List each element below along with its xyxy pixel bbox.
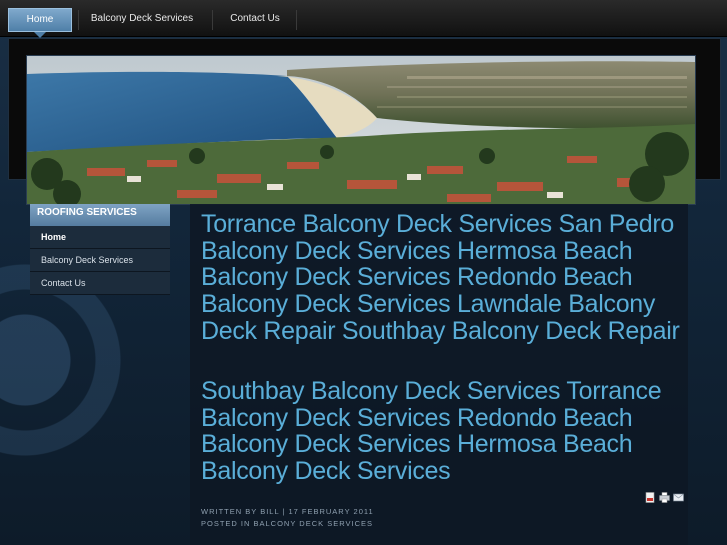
hero-image — [26, 55, 696, 205]
sidebar-item-home[interactable]: Home — [30, 226, 170, 249]
print-icon[interactable] — [659, 492, 670, 503]
sidebar-item-balcony-deck-services[interactable]: Balcony Deck Services — [30, 249, 170, 272]
article-byline: WRITTEN BY BILL | 17 FEBRUARY 2011 — [201, 507, 374, 516]
article-tools — [645, 492, 687, 506]
nav-contact-us[interactable]: Contact Us — [214, 8, 296, 30]
sidebar-title: ROOFING SERVICES — [30, 204, 170, 226]
main-content: Torrance Balcony Deck Services San Pedro… — [190, 204, 688, 545]
nav-home[interactable]: Home — [8, 8, 72, 38]
nav-divider — [296, 10, 297, 30]
coastline-photo-icon — [27, 56, 695, 204]
nav-balcony-deck-services[interactable]: Balcony Deck Services — [80, 8, 204, 30]
nav-divider — [78, 10, 79, 30]
article-heading-1[interactable]: Torrance Balcony Deck Services San Pedro… — [201, 211, 687, 345]
email-icon[interactable] — [673, 492, 684, 503]
article-heading-2[interactable]: Southbay Balcony Deck Services Torrance … — [201, 378, 687, 485]
pdf-icon[interactable] — [645, 492, 656, 503]
nav-divider — [212, 10, 213, 30]
sidebar-item-contact-us[interactable]: Contact Us — [30, 272, 170, 295]
top-navigation: Home Balcony Deck Services Contact Us — [0, 0, 727, 38]
sidebar-menu: Home Balcony Deck Services Contact Us — [30, 226, 170, 295]
article-category: POSTED IN BALCONY DECK SERVICES — [201, 519, 374, 528]
